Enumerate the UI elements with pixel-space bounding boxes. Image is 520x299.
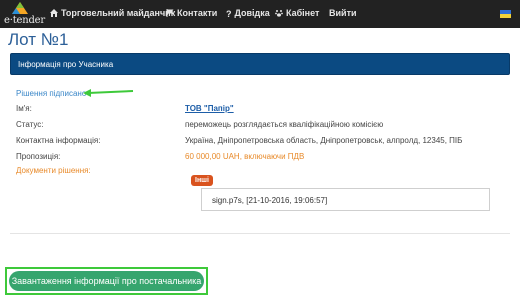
divider bbox=[10, 233, 510, 234]
nav-trading-platform[interactable]: Торговельний майданчик bbox=[50, 8, 175, 18]
brand-logo[interactable]: e·tender bbox=[2, 0, 45, 28]
offer-label: Пропозиція: bbox=[16, 152, 61, 161]
contact-label: Контактна інформація: bbox=[16, 136, 101, 145]
page-title: Лот №1 bbox=[8, 30, 69, 49]
document-item[interactable]: sign.p7s, [21-10-2016, 19:06:57] bbox=[201, 188, 490, 211]
offer-value: 60 000,00 UAH, включаючи ПДВ bbox=[185, 152, 305, 161]
top-navbar: e·tender Торговельний майданчик Контакти… bbox=[0, 0, 520, 28]
panel-title: Інформація про Учасника bbox=[18, 60, 114, 69]
status-label: Статус: bbox=[16, 120, 44, 129]
contact-value: Україна, Дніпропетровська область, Дніпр… bbox=[185, 136, 463, 145]
document-filename[interactable]: sign.p7s, [21-10-2016, 19:06:57] bbox=[212, 196, 327, 205]
question-icon: ? bbox=[226, 9, 232, 19]
home-icon bbox=[50, 9, 58, 17]
ukraine-flag-icon[interactable] bbox=[500, 10, 511, 18]
nav-label: Торговельний майданчик bbox=[61, 8, 176, 18]
upload-supplier-info-button[interactable]: Завантаження інформації про постачальник… bbox=[9, 271, 204, 291]
participant-info-panel: Інформація про Учасника bbox=[10, 53, 510, 75]
paw-icon bbox=[275, 10, 283, 17]
annotation-arrow-icon bbox=[83, 89, 134, 97]
nav-label: Довідка bbox=[234, 8, 270, 18]
nav-label: Вийти bbox=[329, 8, 357, 18]
nav-cabinet[interactable]: Кабінет bbox=[275, 8, 319, 18]
name-label: Ім'я: bbox=[16, 104, 32, 113]
flag-icon bbox=[166, 9, 174, 17]
nav-logout[interactable]: Вийти bbox=[329, 8, 357, 18]
nav-label: Кабінет bbox=[286, 8, 320, 18]
documents-label: Документи рішення: bbox=[16, 166, 91, 175]
nav-help[interactable]: ? Довідка bbox=[226, 8, 270, 19]
nav-contacts[interactable]: Контакти bbox=[166, 8, 217, 18]
doc-type-badge: Інші bbox=[191, 175, 213, 186]
brand-text: e·tender bbox=[4, 15, 45, 26]
decision-signed-link[interactable]: Рішення підписано bbox=[16, 89, 86, 98]
nav-label: Контакти bbox=[177, 8, 218, 18]
participant-name-link[interactable]: ТОВ "Папір" bbox=[185, 104, 234, 113]
status-value: переможець розглядається кваліфікаційною… bbox=[185, 120, 384, 129]
